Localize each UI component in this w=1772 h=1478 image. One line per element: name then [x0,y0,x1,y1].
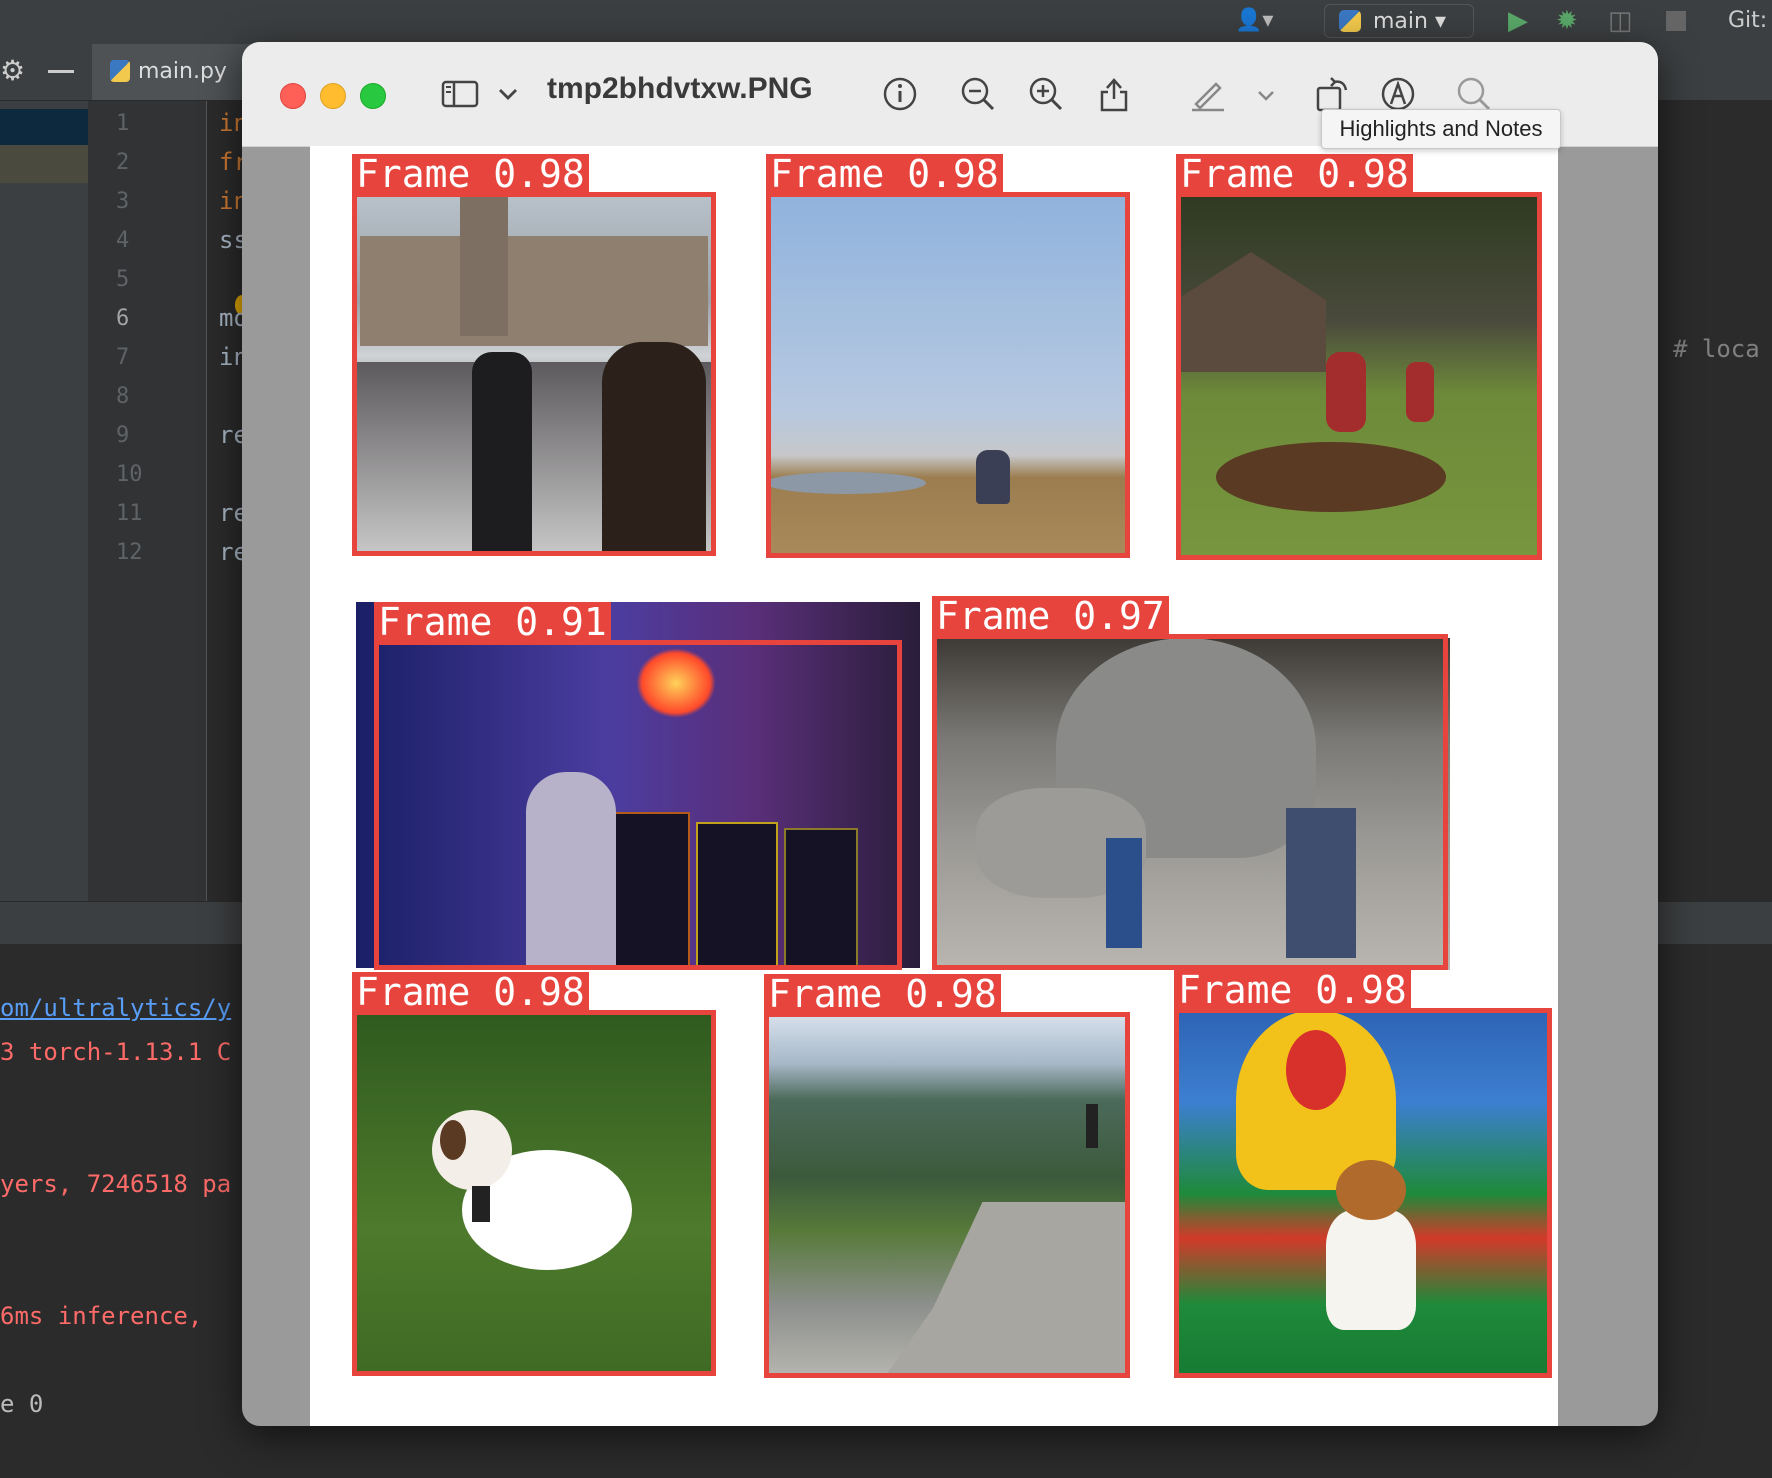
line-number: 2 [116,150,130,175]
debug-icon[interactable]: ✹ [1556,6,1578,36]
line-number: 12 [116,540,143,565]
project-panel [0,101,88,941]
rotate-icon[interactable] [1312,74,1352,114]
line-number: 5 [116,267,130,292]
minimize-button[interactable] [320,83,346,109]
gear-icon[interactable]: ⚙ [0,54,25,87]
window-title: tmp2bhdvtxw.PNG [547,72,813,105]
detection-box [352,1010,716,1376]
detection-label: Frame 0.91 [374,602,611,642]
detection-box [764,1012,1130,1378]
line-number: 1 [116,111,130,136]
tab-main-py[interactable]: main.py [92,44,252,100]
detection-label: Frame 0.97 [932,596,1169,636]
line-number: 4 [116,228,130,253]
stop-icon[interactable] [1666,11,1686,31]
line-number: 11 [116,501,143,526]
detection-label: Frame 0.98 [1176,154,1413,194]
console-link[interactable]: om/ultralytics/y [0,994,231,1022]
highlights-tooltip: Highlights and Notes [1321,109,1561,149]
branch-selector[interactable]: main ▾ [1324,4,1474,38]
preview-window: tmp2bhdvtxw.PNG Frame 0.98 Frame 0.98 Fr… [242,42,1658,1426]
line-number: 7 [116,345,130,370]
search-icon[interactable] [1454,74,1494,114]
share-icon[interactable] [1094,74,1134,114]
close-button[interactable] [280,83,306,109]
detection-box [932,634,1448,970]
highlight-pen-icon[interactable] [1188,74,1228,114]
line-gutter: 1 2 3 4 5 6 7 8 9 10 11 12 [88,101,207,901]
console-line: yers, 7246518 pa [0,1170,232,1198]
python-icon [1339,10,1361,32]
console-line: e 0 [0,1390,44,1418]
detection-label: Frame 0.98 [764,974,1001,1014]
branch-name: main [1373,9,1428,34]
console-line: 3 torch-1.13.1 C [0,1038,232,1066]
chevron-down-icon[interactable] [488,74,528,114]
code-comment: # loca [1673,335,1760,363]
detection-label: Frame 0.98 [352,972,589,1012]
detection-box [352,192,716,556]
zoom-out-icon[interactable] [958,74,998,114]
line-number: 3 [116,189,130,214]
sidebar-toggle-icon[interactable] [440,74,480,114]
detection-box [1176,192,1542,560]
user-icon[interactable]: 👤▾ [1235,8,1273,33]
line-number: 9 [116,423,130,448]
python-file-icon [110,60,130,82]
detection-box [766,192,1130,558]
detection-label: Frame 0.98 [1174,970,1411,1010]
detection-box [1174,1008,1552,1378]
detection-box [374,640,902,970]
git-label[interactable]: Git: [1728,8,1767,33]
zoom-in-icon[interactable] [1026,74,1066,114]
line-number: 6 [116,306,130,331]
markup-icon[interactable] [1378,74,1418,114]
detection-label: Frame 0.98 [352,154,589,194]
collapse-icon[interactable] [48,70,74,73]
project-highlight-row[interactable] [0,145,88,183]
detection-label: Frame 0.98 [766,154,1003,194]
run-icon[interactable]: ▶ [1508,6,1528,36]
zoom-button[interactable] [360,83,386,109]
console-line: 6ms inference, [0,1302,203,1330]
ide-toolbar: 👤▾ main ▾ ▶ ✹ ◫ Git: [0,0,1772,45]
document-page: Frame 0.98 Frame 0.98 Frame 0.98 Frame 0… [310,146,1558,1426]
profile-icon[interactable]: ◫ [1608,6,1633,36]
tab-label: main.py [138,59,227,84]
markup-chevron-icon[interactable] [1246,74,1286,114]
line-number: 10 [116,462,143,487]
info-icon[interactable] [880,74,920,114]
project-selected-row[interactable] [0,109,88,145]
line-number: 8 [116,384,130,409]
